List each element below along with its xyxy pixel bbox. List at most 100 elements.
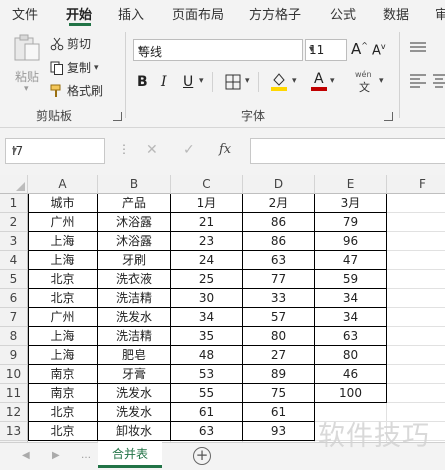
cell[interactable]: 24	[171, 251, 243, 270]
cell[interactable]: 城市	[28, 194, 98, 213]
row-header-11[interactable]: 11	[0, 384, 28, 403]
chevron-down-icon[interactable]: ▾	[379, 76, 384, 86]
cell[interactable]: 86	[243, 232, 315, 251]
formula-input[interactable]	[250, 138, 445, 164]
fill-color-button[interactable]	[270, 71, 288, 91]
cell[interactable]	[387, 365, 445, 384]
font-size-dropdown[interactable]: 11 ▾	[305, 39, 347, 61]
cell[interactable]: 牙刷	[98, 251, 171, 270]
cell[interactable]: 47	[315, 251, 387, 270]
chevron-down-icon[interactable]: ▾	[245, 76, 250, 86]
phonetic-guide-button[interactable]: wén 文	[355, 70, 375, 94]
cell[interactable]: 洗洁精	[98, 327, 171, 346]
cell[interactable]: 35	[171, 327, 243, 346]
row-header-3[interactable]: 3	[0, 232, 28, 251]
row-header-4[interactable]: 4	[0, 251, 28, 270]
font-launcher-icon[interactable]	[384, 112, 393, 121]
cell[interactable]: 46	[315, 365, 387, 384]
cell[interactable]: 34	[171, 308, 243, 327]
prev-sheet-icon[interactable]: ◀	[22, 450, 30, 461]
row-header-8[interactable]: 8	[0, 327, 28, 346]
cell[interactable]	[387, 346, 445, 365]
cell[interactable]: 86	[243, 213, 315, 232]
cell[interactable]: 21	[171, 213, 243, 232]
column-header-d[interactable]: D	[243, 175, 315, 194]
row-header-2[interactable]: 2	[0, 213, 28, 232]
cell[interactable]: 53	[171, 365, 243, 384]
cell[interactable]: 34	[315, 289, 387, 308]
tab-data[interactable]: 数据	[383, 4, 409, 23]
cell[interactable]	[387, 270, 445, 289]
cell[interactable]: 北京	[28, 422, 98, 441]
cell[interactable]: 63	[171, 422, 243, 441]
row-header-10[interactable]: 10	[0, 365, 28, 384]
format-painter-button[interactable]: 格式刷	[50, 82, 103, 99]
copy-button[interactable]: 复制 ▾	[50, 59, 99, 76]
cell[interactable]: 洗发水	[98, 403, 171, 422]
cell[interactable]	[387, 327, 445, 346]
insert-function-icon[interactable]: fx	[219, 142, 231, 157]
cell[interactable]: 57	[243, 308, 315, 327]
select-all-corner[interactable]	[0, 175, 28, 194]
cell[interactable]: 79	[315, 213, 387, 232]
cell[interactable]: 产品	[98, 194, 171, 213]
cell[interactable]	[387, 194, 445, 213]
cell[interactable]: 南京	[28, 365, 98, 384]
cell[interactable]: 北京	[28, 270, 98, 289]
cell[interactable]: 上海	[28, 327, 98, 346]
next-sheet-icon[interactable]: ▶	[52, 450, 60, 461]
row-header-9[interactable]: 9	[0, 346, 28, 365]
tab-insert[interactable]: 插入	[118, 4, 144, 23]
column-header-f[interactable]: F	[387, 175, 445, 194]
cut-button[interactable]: 剪切	[50, 35, 91, 52]
cell[interactable]: 33	[243, 289, 315, 308]
sheet-tab-merged[interactable]: 合并表	[98, 442, 162, 468]
tab-page-layout[interactable]: 页面布局	[172, 4, 224, 23]
cell[interactable]: 广州	[28, 213, 98, 232]
cell[interactable]: 洗洁精	[98, 289, 171, 308]
align-left-icon[interactable]	[409, 74, 427, 90]
cell[interactable]: 96	[315, 232, 387, 251]
row-header-7[interactable]: 7	[0, 308, 28, 327]
cell[interactable]: 肥皂	[98, 346, 171, 365]
cell[interactable]: 1月	[171, 194, 243, 213]
align-top-icon[interactable]	[409, 42, 427, 56]
add-sheet-button[interactable]: +	[193, 447, 211, 465]
column-header-c[interactable]: C	[171, 175, 243, 194]
cell[interactable]: 100	[315, 384, 387, 403]
tab-review[interactable]: 审	[435, 4, 445, 23]
cell[interactable]: 63	[243, 251, 315, 270]
cell[interactable]: 2月	[243, 194, 315, 213]
font-color-button[interactable]: A	[311, 71, 327, 91]
cell[interactable]	[387, 251, 445, 270]
worksheet-grid[interactable]: A B C D E F 1 城市 产品 1月 2月 3月 2 广州 沐浴露 21 86 79 3 上海 沐浴露 23 86 9…	[0, 175, 445, 442]
tab-formulas[interactable]: 公式	[330, 4, 356, 23]
cell[interactable]: 93	[243, 422, 315, 441]
shrink-font-button[interactable]: Av	[372, 42, 386, 58]
row-header-13[interactable]: 13	[0, 422, 28, 441]
cell[interactable]: 27	[243, 346, 315, 365]
chevron-down-icon[interactable]: ▾	[199, 76, 204, 86]
cell[interactable]: 牙膏	[98, 365, 171, 384]
cell[interactable]: 3月	[315, 194, 387, 213]
bold-button[interactable]: B	[137, 74, 148, 90]
cell[interactable]: 洗发水	[98, 384, 171, 403]
cell[interactable]: 63	[315, 327, 387, 346]
column-header-b[interactable]: B	[98, 175, 171, 194]
cell[interactable]	[387, 384, 445, 403]
cell[interactable]: 80	[243, 327, 315, 346]
cell[interactable]: 80	[315, 346, 387, 365]
cell[interactable]: 25	[171, 270, 243, 289]
cell[interactable]: 77	[243, 270, 315, 289]
cell[interactable]: 洗发水	[98, 308, 171, 327]
column-header-a[interactable]: A	[28, 175, 98, 194]
underline-button[interactable]: U	[183, 74, 193, 90]
row-header-1[interactable]: 1	[0, 194, 28, 213]
clipboard-launcher-icon[interactable]	[113, 112, 122, 121]
cell[interactable]: 上海	[28, 232, 98, 251]
enter-icon[interactable]: ✓	[183, 142, 195, 158]
row-header-5[interactable]: 5	[0, 270, 28, 289]
cell[interactable]: 卸妆水	[98, 422, 171, 441]
tab-fangfang-grid[interactable]: 方方格子	[249, 4, 301, 23]
cell[interactable]: 59	[315, 270, 387, 289]
